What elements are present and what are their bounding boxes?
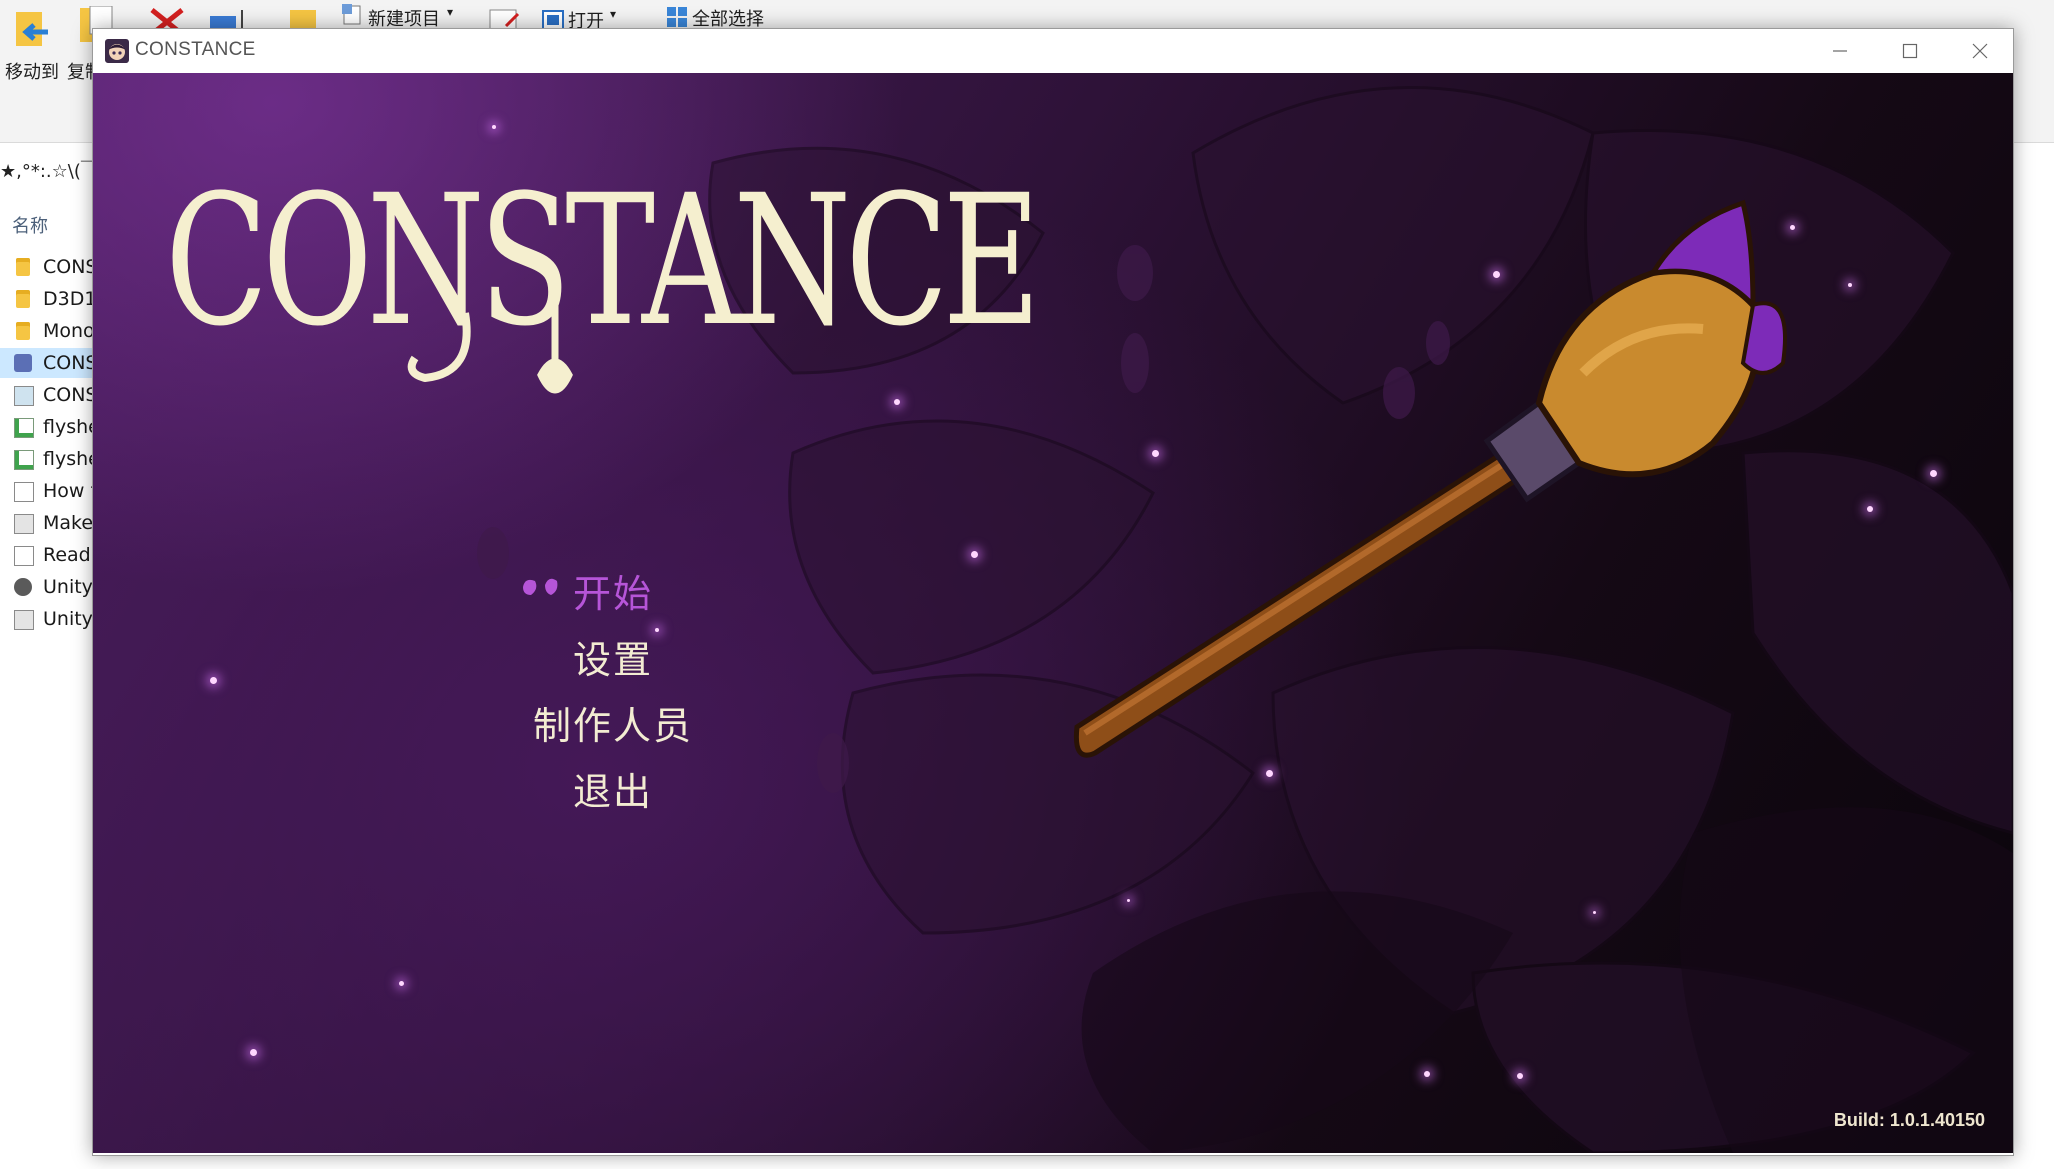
column-header-name[interactable]: 名称 [12,212,48,238]
desktop-screen: 移动到 复制 新建项目 ▾ 打开 ▾ 全部选择 ★,°*:.☆\(￣ 名称 CO… [0,0,2054,1169]
data-file-icon [14,386,34,406]
file-name: Make [43,512,94,534]
window-titlebar[interactable]: CONSTANCE [93,29,2013,73]
game-viewport[interactable]: CONSTANCE 开始 设置 制作人员 退出 Build: 1.0.1.401… [93,73,2013,1153]
move-to-button[interactable]: 移动到 [5,58,59,84]
build-version: Build: 1.0.1.40150 [1833,1110,1985,1130]
game-logo: CONSTANCE [165,157,1043,394]
text-file-icon [14,482,34,502]
file-row[interactable]: ReadI [0,540,96,570]
constance-app-icon [14,354,32,372]
file-row[interactable]: D3D1 [0,284,96,314]
file-row[interactable]: Mono [0,316,96,346]
folder-icon [16,290,30,308]
unity-icon [14,578,32,596]
image-file-icon [14,514,34,534]
file-row[interactable]: flyshe [0,444,96,474]
folder-icon [16,322,30,340]
menu-selector-icon [523,578,558,595]
file-name: Unity [43,608,93,630]
move-to-icon[interactable] [12,8,56,52]
close-icon [1972,43,1988,59]
file-row[interactable]: flyshe [0,412,96,442]
file-row[interactable]: CONS [0,380,96,410]
file-name: ReadI [43,544,96,566]
open-dropdown-icon[interactable]: ▾ [610,7,616,21]
file-name: Mono [43,320,95,342]
new-item-dropdown-icon[interactable]: ▾ [447,5,453,19]
file-name: flyshe [43,416,96,438]
properties-icon[interactable] [488,8,522,30]
menu-credits-button[interactable]: 制作人员 [533,695,1733,750]
text-file-icon [14,546,34,566]
maximize-icon [1902,43,1918,59]
file-name: D3D1 [43,288,96,310]
new-folder-icon[interactable] [290,8,318,30]
address-bar[interactable]: ★,°*:.☆\(￣▽ [0,152,96,192]
window-title: CONSTANCE [135,39,256,60]
file-row[interactable]: Make [0,508,96,538]
rename-icon[interactable] [208,8,252,30]
game-window: CONSTANCE CONSTANCE 开始 设置 制作人员 退出 Build:… [92,28,2014,1156]
config-file-icon [14,418,34,438]
file-row[interactable]: How t [0,476,96,506]
file-name: flyshe [43,448,96,470]
constance-app-icon [105,39,129,63]
new-item-icon [342,4,361,25]
file-name: CONS [43,256,96,278]
image-file-icon [14,610,34,630]
file-name: CONS [43,384,96,406]
close-button[interactable] [1945,29,2015,73]
file-row[interactable]: Unity [0,604,96,634]
maximize-button[interactable] [1875,29,1945,73]
minimize-button[interactable] [1805,29,1875,73]
file-row[interactable]: CONS [0,252,96,282]
menu-quit-button[interactable]: 退出 [573,761,1773,816]
file-name: CONS [43,352,96,374]
select-all-icon [667,7,687,27]
file-row[interactable]: CONS [0,348,96,378]
config-file-icon [14,450,34,470]
file-list: 名称 CONS D3D1 Mono CONS CONS flyshe flysh… [0,200,96,1169]
menu-start-button[interactable]: 开始 [573,563,1773,618]
file-name: How t [43,480,96,502]
folder-icon [16,258,30,276]
open-icon [542,10,564,30]
menu-settings-button[interactable]: 设置 [573,629,1773,684]
minimize-icon [1833,50,1847,52]
file-name: Unity [43,576,93,598]
file-row[interactable]: Unity [0,572,96,602]
logo-text: CONSTANCE [165,157,1035,366]
